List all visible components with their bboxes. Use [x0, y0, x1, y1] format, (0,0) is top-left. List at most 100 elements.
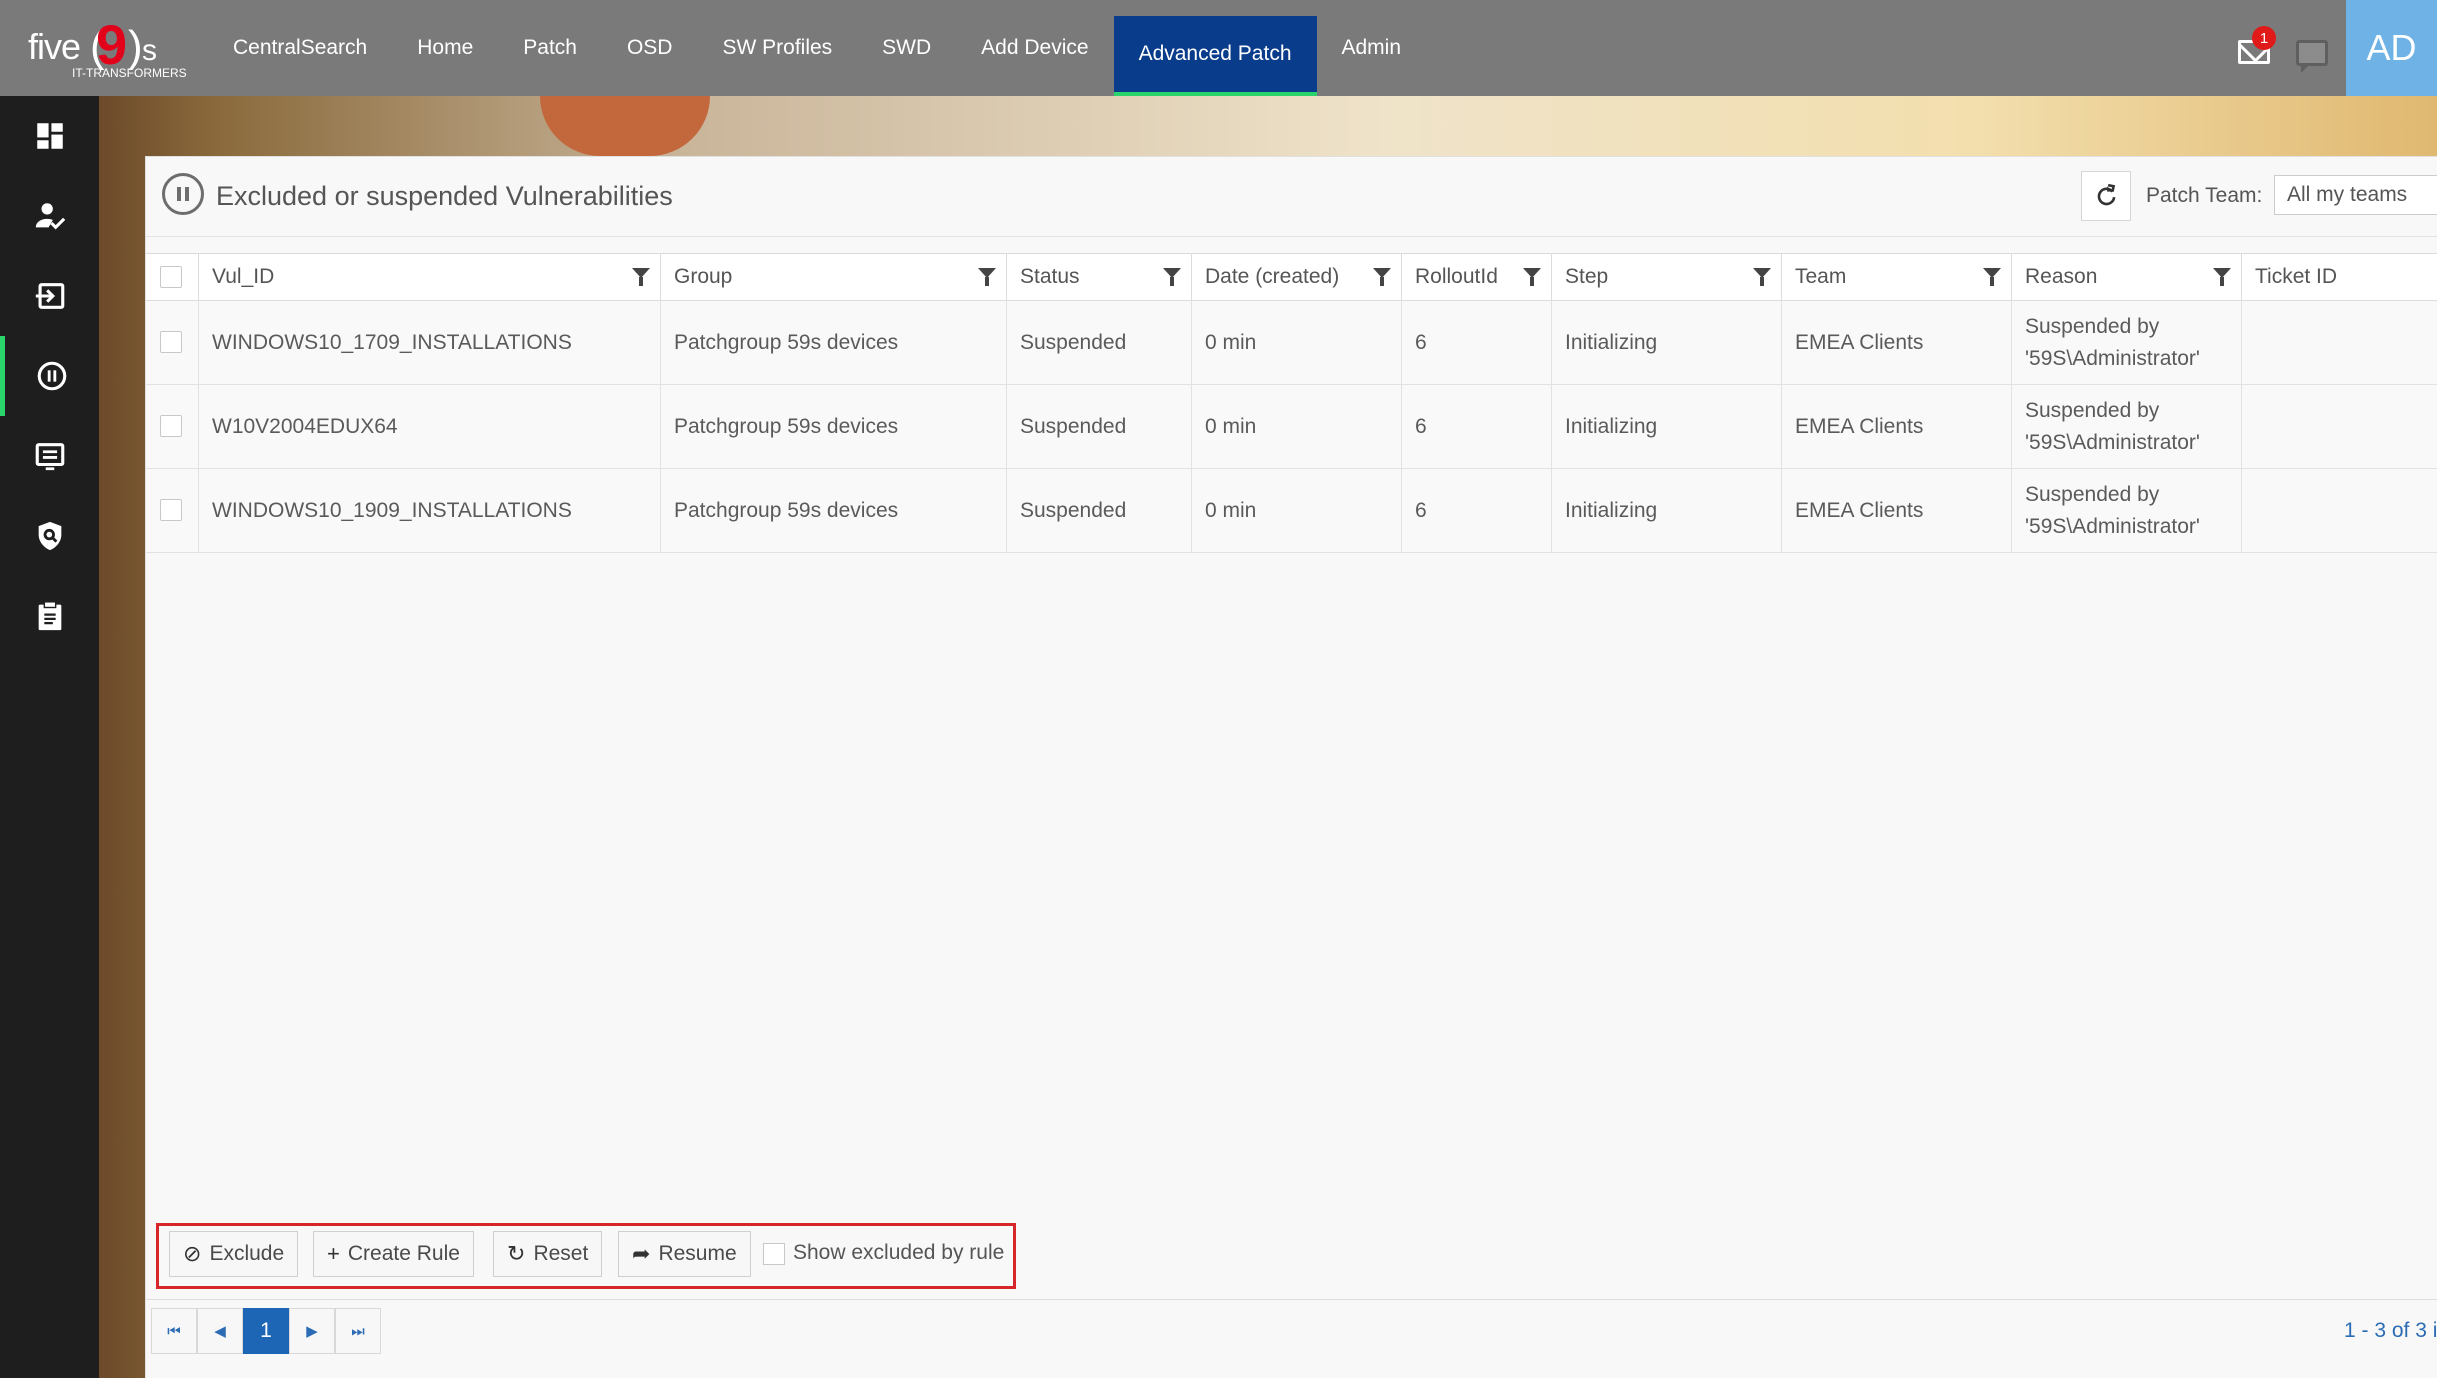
cell-ticket-id	[2242, 301, 2437, 384]
main-nav: CentralSearch Home Patch OSD SW Profiles…	[208, 0, 1426, 96]
nav-sw-profiles[interactable]: SW Profiles	[697, 0, 857, 96]
show-excluded-label[interactable]: Show excluded by rule	[793, 1241, 1004, 1265]
filter-icon[interactable]	[2213, 268, 2231, 286]
column-label: Reason	[2025, 265, 2098, 288]
select-all-cell	[146, 254, 199, 300]
nav-osd[interactable]: OSD	[602, 0, 698, 96]
nav-admin[interactable]: Admin	[1317, 0, 1427, 96]
nav-home[interactable]: Home	[392, 0, 498, 96]
clipboard-icon[interactable]	[0, 576, 99, 656]
cell-group: Patchgroup 59s devices	[661, 469, 1007, 552]
row-checkbox[interactable]	[160, 415, 182, 437]
pager-info: 1 - 3 of 3 i	[2344, 1319, 2437, 1342]
sidebar	[0, 96, 99, 1378]
filter-icon[interactable]	[1753, 268, 1771, 286]
filter-icon[interactable]	[978, 268, 996, 286]
vulnerability-panel: Excluded or suspended Vulnerabilities Pa…	[145, 156, 2437, 1378]
column-header-rolloutid[interactable]: RolloutId	[1402, 254, 1552, 300]
cell-date: 0 min	[1192, 469, 1402, 552]
cell-rolloutid: 6	[1402, 385, 1552, 468]
refresh-button[interactable]	[2081, 171, 2131, 221]
cell-group: Patchgroup 59s devices	[661, 385, 1007, 468]
exclude-button[interactable]: ⊘ Exclude	[169, 1231, 299, 1277]
table-header: Vul_ID Group Status Date (created) Rollo…	[146, 253, 2437, 301]
user-check-icon[interactable]	[0, 176, 99, 256]
nav-patch[interactable]: Patch	[498, 0, 602, 96]
cell-status: Suspended	[1007, 301, 1192, 384]
dashboard-icon[interactable]	[0, 96, 99, 176]
cell-reason: Suspended by '59S\Administrator'	[2012, 301, 2242, 384]
column-header-team[interactable]: Team	[1782, 254, 2012, 300]
cell-team: EMEA Clients	[1782, 469, 2012, 552]
logo-subtitle: IT-TRANSFORMERS	[72, 66, 187, 80]
filter-icon[interactable]	[1523, 268, 1541, 286]
row-checkbox[interactable]	[160, 499, 182, 521]
logo-five: five	[28, 26, 81, 67]
pager-divider	[146, 1299, 2437, 1300]
create-rule-button[interactable]: + Create Rule	[313, 1231, 474, 1277]
chat-icon[interactable]	[2296, 40, 2328, 73]
first-page-icon[interactable]: ⏮	[151, 1308, 197, 1354]
filter-icon[interactable]	[632, 268, 650, 286]
plus-icon: +	[327, 1241, 340, 1266]
shield-search-icon[interactable]	[0, 496, 99, 576]
column-header-reason[interactable]: Reason	[2012, 254, 2242, 300]
patch-team-label: Patch Team:	[2146, 184, 2263, 207]
column-label: RolloutId	[1415, 265, 1498, 288]
block-icon: ⊘	[183, 1241, 202, 1266]
column-header-step[interactable]: Step	[1552, 254, 1782, 300]
filter-icon[interactable]	[1163, 268, 1181, 286]
refresh-icon	[2097, 183, 2116, 206]
cell-date: 0 min	[1192, 301, 1402, 384]
user-avatar[interactable]: AD	[2346, 0, 2437, 96]
row-select-cell	[146, 469, 199, 552]
filter-icon[interactable]	[1983, 268, 2001, 286]
table-row[interactable]: W10V2004EDUX64 Patchgroup 59s devices Su…	[146, 385, 2437, 469]
show-excluded-checkbox[interactable]	[763, 1243, 785, 1265]
table-row[interactable]: WINDOWS10_1909_INSTALLATIONS Patchgroup …	[146, 469, 2437, 553]
pause-circle-icon[interactable]	[0, 336, 99, 416]
logo-paren-right: )	[128, 22, 143, 71]
cell-status: Suspended	[1007, 469, 1192, 552]
select-all-checkbox[interactable]	[160, 266, 182, 288]
prev-page-icon[interactable]: ◀	[197, 1308, 243, 1354]
nav-swd[interactable]: SWD	[857, 0, 956, 96]
login-box-icon[interactable]	[0, 256, 99, 336]
cell-step: Initializing	[1552, 469, 1782, 552]
table-row[interactable]: WINDOWS10_1709_INSTALLATIONS Patchgroup …	[146, 301, 2437, 385]
reset-icon: ↻	[507, 1241, 526, 1266]
reset-label: Reset	[533, 1242, 589, 1265]
column-header-date[interactable]: Date (created)	[1192, 254, 1402, 300]
share-arrow-icon: ➦	[632, 1241, 651, 1266]
last-page-icon[interactable]: ⏭	[335, 1308, 381, 1354]
exclude-label: Exclude	[209, 1242, 285, 1265]
page-button-current[interactable]: 1	[243, 1308, 289, 1354]
column-label: Status	[1020, 265, 1080, 288]
cell-ticket-id	[2242, 385, 2437, 468]
cell-reason: Suspended by '59S\Administrator'	[2012, 385, 2242, 468]
column-header-ticket-id[interactable]: Ticket ID	[2242, 254, 2437, 300]
column-header-group[interactable]: Group	[661, 254, 1007, 300]
list-monitor-icon[interactable]	[0, 416, 99, 496]
patch-team-select[interactable]: All my teams	[2274, 175, 2437, 215]
column-label: Team	[1795, 265, 1847, 288]
column-header-vul-id[interactable]: Vul_ID	[199, 254, 661, 300]
five9s-logo[interactable]: five ( 9 ) s IT-TRANSFORMERS	[28, 13, 188, 84]
cell-status: Suspended	[1007, 385, 1192, 468]
cell-team: EMEA Clients	[1782, 385, 2012, 468]
row-select-cell	[146, 301, 199, 384]
filter-icon[interactable]	[1373, 268, 1391, 286]
column-label: Ticket ID	[2255, 265, 2338, 288]
nav-add-device[interactable]: Add Device	[956, 0, 1113, 96]
column-header-status[interactable]: Status	[1007, 254, 1192, 300]
cell-date: 0 min	[1192, 385, 1402, 468]
nav-advanced-patch[interactable]: Advanced Patch	[1113, 16, 1317, 96]
cell-step: Initializing	[1552, 385, 1782, 468]
next-page-icon[interactable]: ▶	[289, 1308, 335, 1354]
resume-button[interactable]: ➦ Resume	[618, 1231, 751, 1277]
page-title: Excluded or suspended Vulnerabilities	[216, 181, 673, 211]
row-select-cell	[146, 385, 199, 468]
row-checkbox[interactable]	[160, 331, 182, 353]
reset-button[interactable]: ↻ Reset	[493, 1231, 603, 1277]
nav-centralsearch[interactable]: CentralSearch	[208, 0, 392, 96]
